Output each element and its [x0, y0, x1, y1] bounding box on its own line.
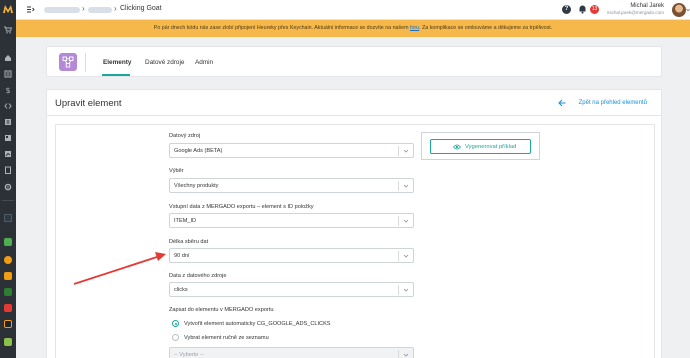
vstupni-data-select[interactable]: ITEM_ID: [169, 213, 414, 228]
datovy-zdroj-label: Datový zdroj: [169, 133, 201, 139]
banner-text: Po pár dnech kódu nás zase zlobí připoje…: [153, 25, 409, 31]
radio-manual-element[interactable]: [172, 334, 179, 341]
app-dark-icon[interactable]: [4, 320, 12, 328]
radio-manual-element-label[interactable]: Vybrat element ručně ze seznamu: [184, 335, 269, 341]
breadcrumb-item-blurred[interactable]: [44, 7, 80, 13]
gear-icon[interactable]: [4, 183, 12, 191]
select-separator: [398, 146, 399, 156]
svg-text:$: $: [6, 86, 11, 94]
radio-auto-element[interactable]: [172, 320, 179, 327]
user-name[interactable]: Michal Jarek: [630, 3, 664, 9]
data-zdroje-select[interactable]: clicks: [169, 282, 414, 297]
app-red-icon[interactable]: [4, 304, 12, 312]
clipboard-icon[interactable]: [4, 166, 12, 174]
info-banner: Po pár dnech kódu nás zase zlobí připoje…: [16, 20, 690, 37]
sidebar-divider: [2, 200, 14, 201]
zapsat-label: Zapsat do elementu v MERGADO exportu: [169, 307, 274, 313]
vyber-select[interactable]: Všechny produkty: [169, 178, 414, 193]
app-green-dark-icon[interactable]: [4, 288, 12, 296]
select-separator: [398, 181, 399, 191]
form-container: [55, 124, 655, 358]
help-icon[interactable]: ?: [562, 5, 571, 14]
id-icon[interactable]: [4, 134, 12, 142]
generate-example-label: Vygenerovat příklad: [465, 144, 517, 150]
chevron-down-icon: [403, 219, 409, 223]
radio-auto-element-label[interactable]: Vytvořit element automaticky CG_GOOGLE_A…: [184, 321, 331, 327]
vyber-value: Všechny produkty: [174, 183, 219, 189]
mergado-logo-icon[interactable]: [3, 4, 13, 14]
app-orange-square-icon[interactable]: [4, 272, 12, 280]
dollar-icon[interactable]: $: [4, 86, 12, 94]
select-separator: [398, 285, 399, 295]
home-icon[interactable]: [4, 54, 12, 62]
breadcrumb-separator-icon: ›: [82, 4, 85, 13]
select-separator: [398, 216, 399, 226]
header-divider: [85, 53, 86, 72]
chevron-down-icon: [403, 254, 409, 258]
page-title: Upravit element: [55, 98, 122, 109]
chevron-down-icon: [403, 288, 409, 292]
user-email: michal.jarek@mergado.com: [606, 10, 664, 15]
eye-icon: [453, 144, 461, 150]
datovy-zdroj-select[interactable]: Google Ads (BETA): [169, 143, 414, 158]
element-select-disabled: -- Vyberte --: [169, 347, 414, 358]
list-icon[interactable]: [4, 70, 12, 78]
tab-admin[interactable]: Admin: [195, 59, 213, 66]
vyber-label: Výběr: [169, 168, 184, 174]
data-zdroje-value: clicks: [174, 287, 188, 293]
notification-count-badge[interactable]: 13: [590, 5, 599, 14]
select-separator: [398, 350, 399, 358]
delka-sberu-label: Délka sběru dat: [169, 239, 209, 245]
top-bar: › › Clicking Goat ? 13 Michal Jarek mich…: [16, 0, 690, 20]
breadcrumb-item-blurred[interactable]: [88, 7, 112, 13]
vstupni-data-label: Vstupní data z MERGADO exportu – element…: [169, 204, 314, 210]
chevron-down-icon: [403, 184, 409, 188]
generate-example-box: Vygenerovat příklad: [421, 132, 540, 160]
calculator-icon[interactable]: [4, 118, 12, 126]
app-logo-icon: [59, 53, 77, 71]
element-select-placeholder: -- Vyberte --: [174, 352, 204, 358]
banner-text-end: . Za komplikace se omlouváme a děkujeme …: [419, 25, 553, 31]
code-icon[interactable]: [4, 102, 12, 110]
select-separator: [398, 251, 399, 261]
data-zdroje-label: Data z datového zdroje: [169, 273, 227, 279]
panel-divider: [47, 115, 661, 116]
banner-forum-link[interactable]: foru: [410, 25, 419, 31]
cart-icon[interactable]: [4, 26, 12, 34]
chevron-down-icon: [403, 353, 409, 357]
chevron-down-icon: [403, 149, 409, 153]
active-tab-indicator: [102, 74, 130, 76]
delka-sberu-value: 90 dní: [174, 253, 190, 259]
back-arrow-icon[interactable]: [558, 99, 566, 107]
breadcrumb-separator-icon: ›: [114, 4, 117, 13]
datovy-zdroj-value: Google Ads (BETA): [174, 148, 223, 154]
left-sidebar: $: [0, 0, 16, 358]
app-green-icon[interactable]: [4, 238, 12, 246]
delka-sberu-select[interactable]: 90 dní: [169, 248, 414, 263]
app-goat-icon[interactable]: [4, 338, 12, 346]
app-header: Elementy Datové zdroje Admin: [46, 46, 662, 77]
chart-icon[interactable]: [4, 150, 12, 158]
avatar[interactable]: [672, 3, 686, 17]
tab-datove-zdroje[interactable]: Datové zdroje: [145, 59, 184, 66]
app-orange-icon[interactable]: [4, 256, 12, 264]
breadcrumb-app-title[interactable]: Clicking Goat: [120, 5, 162, 12]
chevron-down-icon[interactable]: [686, 8, 690, 12]
eye-icon[interactable]: [4, 214, 12, 222]
tab-elementy[interactable]: Elementy: [103, 59, 131, 66]
bell-icon[interactable]: [578, 4, 587, 14]
generate-example-button[interactable]: Vygenerovat příklad: [430, 139, 531, 154]
menu-toggle-icon[interactable]: [26, 5, 35, 14]
back-to-list-link[interactable]: Zpět na přehled elementů: [579, 100, 647, 106]
vstupni-data-value: ITEM_ID: [174, 218, 197, 224]
